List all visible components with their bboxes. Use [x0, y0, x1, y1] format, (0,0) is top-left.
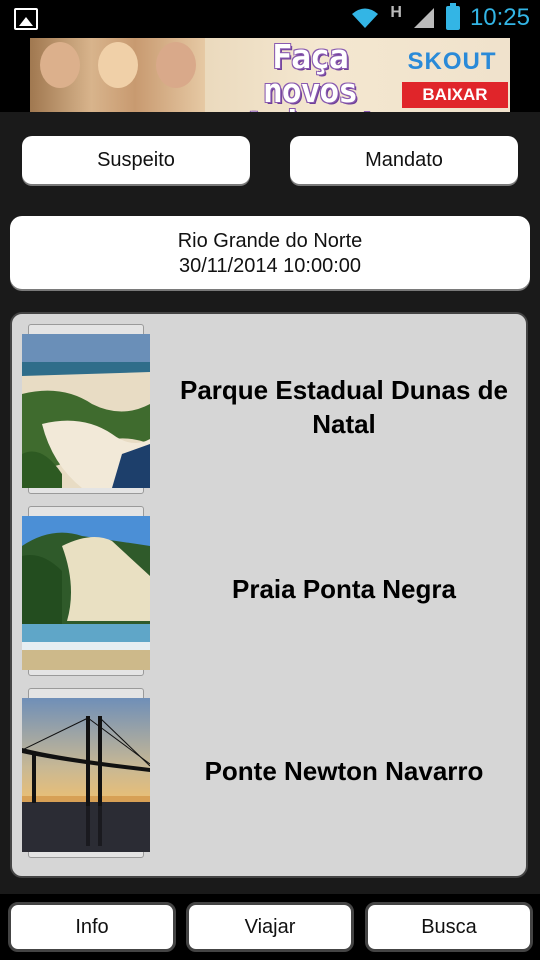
region-label: Rio Grande do Norte: [177, 230, 363, 252]
ad-download-button[interactable]: BAIXAR: [402, 82, 508, 108]
mandato-button[interactable]: Mandato: [290, 136, 518, 184]
busca-button[interactable]: Busca: [365, 902, 533, 952]
ad-people-photo: [30, 38, 205, 112]
ad-banner[interactable]: Faça novos Amigos! SKOUT BAIXAR: [30, 38, 510, 112]
list-item[interactable]: Ponte Newton Navarro: [22, 688, 522, 858]
battery-icon: [445, 3, 460, 30]
place-title: Ponte Newton Navarro: [204, 756, 484, 786]
wifi-icon: [352, 8, 379, 28]
viajar-button[interactable]: Viajar: [186, 902, 354, 952]
place-title: Praia Ponta Negra: [232, 574, 456, 604]
beach-dune-photo: [22, 516, 150, 670]
location-info-box: Rio Grande do Norte 30/11/2014 10:00:00: [10, 216, 530, 289]
place-title: Parque Estadual Dunas de Natal: [180, 375, 508, 439]
datetime-label: 30/11/2014 10:00:00: [178, 255, 362, 277]
dunes-photo: [22, 334, 150, 488]
bridge-sunset-photo: [22, 698, 150, 852]
network-type-label: H: [390, 4, 402, 21]
signal-icon: [413, 8, 434, 28]
gallery-icon: [14, 8, 38, 30]
list-item[interactable]: Parque Estadual Dunas de Natal: [22, 324, 522, 494]
info-button[interactable]: Info: [8, 902, 176, 952]
status-icons: H 10:25: [350, 3, 530, 32]
ad-brand-logo: SKOUT: [407, 48, 497, 75]
suspeito-button[interactable]: Suspeito: [22, 136, 250, 184]
ad-headline: Faça novos Amigos!: [244, 38, 377, 113]
clock: 10:25: [469, 4, 530, 31]
status-bar: H 10:25: [0, 0, 540, 38]
places-list: Parque Estadual Dunas de Natal Praia Pon…: [10, 312, 528, 878]
list-item[interactable]: Praia Ponta Negra: [22, 506, 522, 676]
